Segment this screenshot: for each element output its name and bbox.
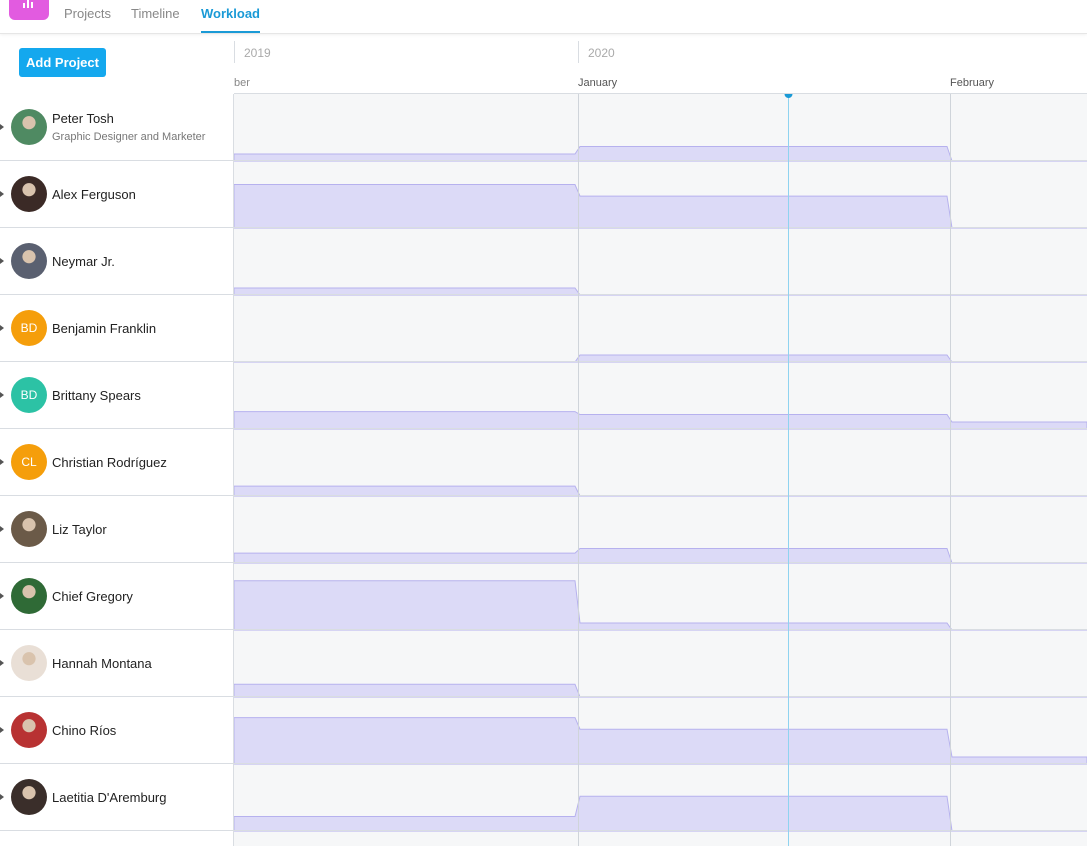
- person-name: Chino Ríos: [52, 723, 117, 738]
- expand-caret-icon[interactable]: [0, 526, 4, 532]
- today-marker-dot: [784, 94, 793, 98]
- person-name: Christian Rodríguez: [52, 455, 167, 470]
- add-project-button[interactable]: Add Project: [19, 48, 106, 77]
- timeline-header: 2019 2020 ber January February: [234, 34, 1087, 94]
- person-row[interactable]: Chief Gregory: [0, 563, 233, 630]
- avatar: [11, 109, 47, 145]
- workload-chart-svg: [234, 94, 1087, 846]
- expand-caret-icon[interactable]: [0, 258, 4, 264]
- expand-caret-icon[interactable]: [0, 727, 4, 733]
- year-label-2019: 2019: [244, 46, 271, 60]
- person-role: Graphic Designer and Marketer: [52, 131, 206, 143]
- person-row[interactable]: CL Christian Rodríguez: [0, 429, 233, 496]
- expand-caret-icon[interactable]: [0, 593, 4, 599]
- person-row[interactable]: Liz Taylor: [0, 496, 233, 563]
- avatar: [11, 645, 47, 681]
- avatar: CL: [11, 444, 47, 480]
- workload-area: [234, 411, 1087, 430]
- expand-caret-icon[interactable]: [0, 392, 4, 398]
- month-label-partial: ber: [234, 77, 250, 89]
- person-name: Neymar Jr.: [52, 254, 115, 269]
- avatar: [11, 779, 47, 815]
- person-row[interactable]: Hannah Montana: [0, 630, 233, 697]
- person-name: Benjamin Franklin: [52, 321, 157, 336]
- workload-area: [234, 795, 1087, 832]
- workload-area: [234, 184, 1087, 229]
- person-name: Chief Gregory: [52, 589, 133, 604]
- year-label-2020: 2020: [588, 46, 615, 60]
- expand-caret-icon[interactable]: [0, 191, 4, 197]
- expand-caret-icon[interactable]: [0, 660, 4, 666]
- workload-area: [234, 146, 1087, 162]
- workload-area: [234, 683, 1087, 698]
- month-label-february: February: [950, 77, 995, 89]
- person-row[interactable]: Alex Ferguson: [0, 161, 233, 228]
- workload-area: [234, 354, 1087, 363]
- workload-area: [234, 548, 1087, 564]
- person-name: Laetitia D'Aremburg: [52, 790, 167, 805]
- tab-projects[interactable]: Projects: [64, 6, 111, 21]
- person-row[interactable]: BD Benjamin Franklin: [0, 295, 233, 362]
- avatar: [11, 712, 47, 748]
- avatar: [11, 578, 47, 614]
- person-row[interactable]: Laetitia D'Aremburg: [0, 764, 233, 831]
- expand-caret-icon[interactable]: [0, 794, 4, 800]
- app-logo[interactable]: [9, 0, 49, 20]
- person-name: Peter Tosh: [52, 111, 114, 126]
- person-row[interactable]: Peter Tosh Graphic Designer and Marketer: [0, 94, 233, 161]
- bar-chart-icon: [23, 0, 35, 8]
- person-name: Alex Ferguson: [52, 187, 136, 202]
- workload-area: [234, 717, 1087, 765]
- year-divider: [578, 41, 579, 63]
- expand-caret-icon[interactable]: [0, 124, 4, 130]
- person-row[interactable]: Neymar Jr.: [0, 228, 233, 295]
- avatar: [11, 176, 47, 212]
- person-row[interactable]: BD Brittany Spears: [0, 362, 233, 429]
- month-label-january: January: [578, 77, 618, 89]
- person-name: Brittany Spears: [52, 388, 141, 403]
- avatar: BD: [11, 377, 47, 413]
- avatar: [11, 243, 47, 279]
- expand-caret-icon[interactable]: [0, 459, 4, 465]
- workload-area: [234, 287, 1087, 296]
- tab-timeline[interactable]: Timeline: [131, 6, 180, 21]
- workload-area: [234, 580, 1087, 631]
- top-navigation: Projects Timeline Workload: [0, 0, 1087, 34]
- people-list: Peter Tosh Graphic Designer and Marketer A…: [0, 94, 234, 846]
- workload-area: [234, 485, 1087, 497]
- expand-caret-icon[interactable]: [0, 325, 4, 331]
- avatar: BD: [11, 310, 47, 346]
- person-name: Hannah Montana: [52, 656, 152, 671]
- person-name: Liz Taylor: [52, 522, 107, 537]
- tab-workload[interactable]: Workload: [201, 6, 260, 33]
- avatar: [11, 511, 47, 547]
- workload-chart: [234, 94, 1087, 846]
- person-row[interactable]: Chino Ríos: [0, 697, 233, 764]
- year-divider: [234, 41, 235, 63]
